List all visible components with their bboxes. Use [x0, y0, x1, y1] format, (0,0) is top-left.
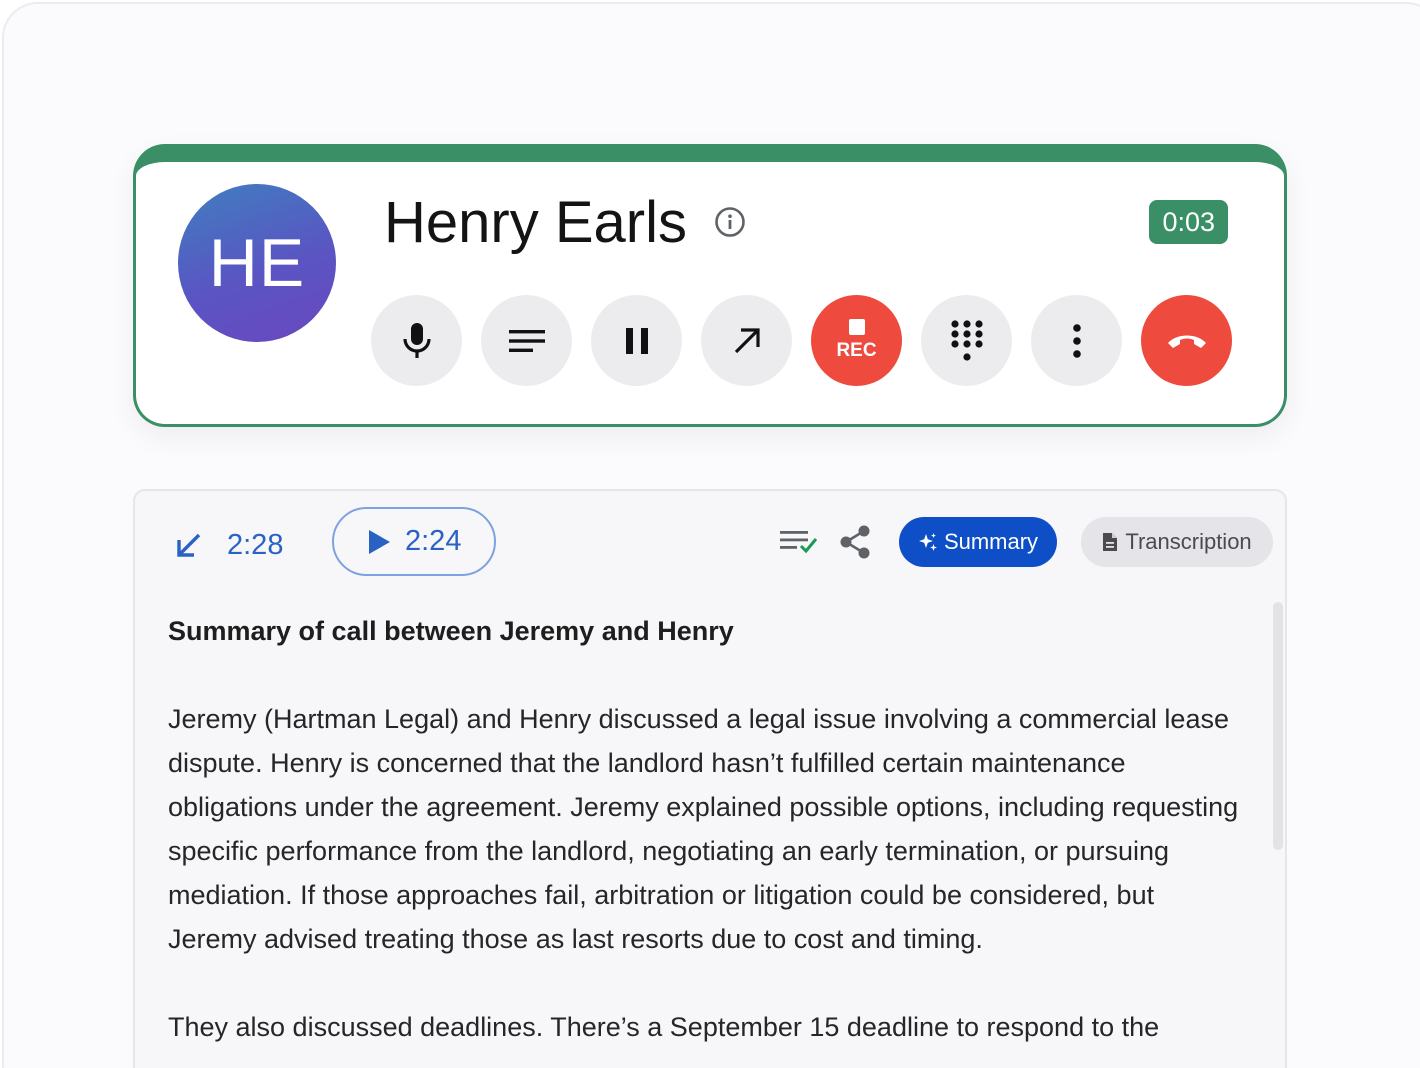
transcription-tab-label: Transcription [1125, 529, 1252, 554]
arrow-up-right-icon [734, 327, 760, 353]
play-button[interactable]: 2:24 [332, 507, 496, 576]
pause-icon [625, 327, 648, 354]
record-label: REC [836, 340, 877, 361]
info-icon[interactable] [714, 206, 746, 238]
record-button[interactable]: REC [811, 295, 902, 386]
avatar: HE [178, 184, 336, 342]
lines-icon [508, 329, 545, 352]
sparkle-icon [918, 533, 937, 551]
mute-button[interactable] [371, 295, 462, 386]
more-vertical-icon [1072, 323, 1081, 358]
caller-name: Henry Earls [384, 190, 687, 255]
playback-time: 2:24 [405, 525, 462, 557]
call-controls: REC [371, 295, 1232, 386]
call-timer: 0:03 [1149, 200, 1228, 244]
microphone-icon [402, 322, 431, 358]
active-call-card: HE Henry Earls 0:03 REC [133, 144, 1287, 427]
recording-length: 2:28 [227, 529, 284, 561]
scrollbar-thumb[interactable] [1273, 602, 1283, 850]
summary-content: Summary of call between Jeremy and Henry… [168, 609, 1248, 1049]
checklist-icon[interactable] [779, 527, 819, 555]
hold-button[interactable] [591, 295, 682, 386]
summary-panel: 2:28 2:24 Summary Transcription Summary … [133, 489, 1287, 1068]
transcription-tab-button[interactable]: Transcription [1081, 517, 1273, 567]
summary-title: Summary of call between Jeremy and Henry [168, 616, 734, 646]
more-button[interactable] [1031, 295, 1122, 386]
summary-tab-button[interactable]: Summary [899, 517, 1057, 567]
notes-button[interactable] [481, 295, 572, 386]
collapse-button[interactable] [175, 525, 215, 565]
share-icon[interactable] [838, 524, 872, 560]
arrow-down-left-icon [177, 533, 201, 557]
dialpad-icon [950, 319, 983, 361]
play-icon [369, 529, 390, 554]
summary-tab-label: Summary [943, 529, 1039, 554]
phone-hangup-icon [1167, 335, 1206, 348]
stop-icon [848, 319, 865, 335]
keypad-button[interactable] [921, 295, 1012, 386]
summary-paragraph: They also discussed deadlines. There’s a… [168, 1012, 1160, 1042]
summary-paragraph: Jeremy (Hartman Legal) and Henry discuss… [168, 704, 1239, 954]
hangup-button[interactable] [1141, 295, 1232, 386]
transfer-button[interactable] [701, 295, 792, 386]
document-icon [1103, 533, 1118, 551]
